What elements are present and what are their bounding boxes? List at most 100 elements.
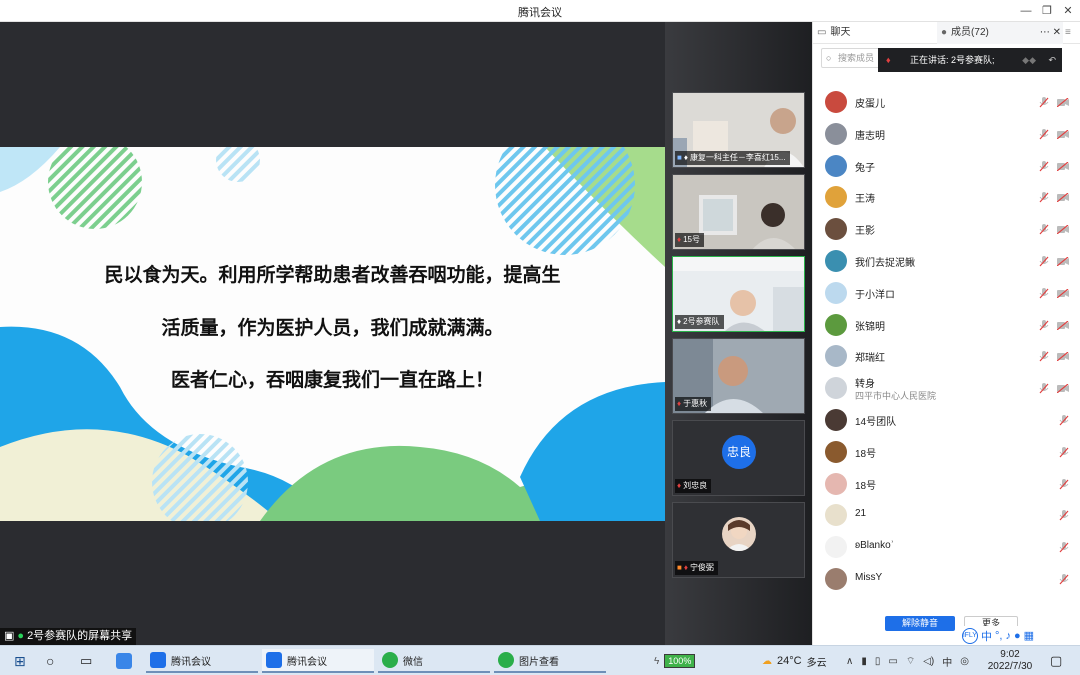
back-icon[interactable]: ↶ [1048,48,1056,72]
mic-muted-icon[interactable] [1059,574,1069,585]
mic-muted-icon[interactable] [1059,478,1069,490]
member-row[interactable]: 18号 [813,468,1080,500]
member-row[interactable]: 18号 [813,436,1080,468]
video-tile[interactable]: ■ ♦ 康复一科主任－李喜红15... [672,92,805,168]
mic-muted-icon[interactable] [1039,160,1049,172]
taskbar-app-tencent-meeting[interactable]: 腾讯会议 [146,649,258,673]
video-tile[interactable]: ■ ♦ 宁俊弼 [672,502,805,578]
taskbar-app-pinned[interactable] [112,649,132,673]
member-row[interactable]: 王影 [813,213,1080,245]
member-row[interactable]: 于小洋ロ [813,277,1080,309]
chevron-up-icon[interactable]: ∧ [846,656,853,667]
notification-icon[interactable]: ▢ [1046,649,1062,673]
mic-muted-icon[interactable] [1039,256,1049,267]
mic-muted-icon[interactable] [1039,128,1049,140]
member-avatar [825,218,847,241]
mic-muted-icon[interactable] [1059,510,1069,521]
windows-start-icon[interactable]: ⊞ [10,649,26,673]
taskbar-app-image-viewer[interactable]: 图片查看 [494,649,606,673]
camera-off-icon[interactable] [1057,98,1069,107]
camera-off-icon[interactable] [1057,352,1069,362]
volume-icon[interactable]: ◁) [923,656,934,667]
battery-indicator[interactable]: ϟ 100% [650,649,696,673]
video-tile[interactable]: ♦ 于惠秋 [672,338,805,414]
voice-input-icon[interactable]: ♪ [1005,630,1011,642]
close-button[interactable]: ✕ [1057,2,1079,20]
member-name: 18号 [855,448,877,460]
punctuation-icon[interactable]: °, [995,630,1002,642]
camera-off-icon[interactable] [1057,225,1069,235]
ime-tray-icon[interactable]: 中 [942,654,952,669]
mic-muted-icon[interactable] [1039,287,1049,299]
mic-muted-icon[interactable] [1039,192,1049,203]
camera-off-icon[interactable] [1057,384,1069,394]
ifly-tray-icon[interactable]: ◎ [960,656,969,667]
user-icon[interactable]: ● [1014,630,1021,642]
taskbar-app-tencent-meeting-active[interactable]: 腾讯会议 [262,649,374,673]
mic-muted-icon[interactable] [1059,415,1069,426]
apps-icon[interactable]: ▦ [1024,629,1034,642]
task-view-icon[interactable]: ▭ [76,649,92,673]
minimize-button[interactable]: — [1015,2,1037,20]
member-row[interactable]: ʚBlankoʾ [813,531,1080,563]
wifi-icon[interactable]: ⌔ [906,655,915,668]
mic-muted-icon[interactable] [1039,319,1049,331]
member-row[interactable]: 我们去捉泥鳅 [813,245,1080,277]
video-tile-speaking[interactable]: ♦ 2号参赛队 [672,256,805,332]
video-caption: ♦ 于惠秋 [675,397,712,411]
member-name: 21 [855,508,867,520]
tab-members[interactable]: ● 成员(72) ⋯ ✕ [937,22,1063,44]
ime-logo-icon[interactable]: iFLY [962,627,978,644]
shared-screen-area[interactable]: 民以食为天。利用所学帮助患者改善吞咽功能，提高生 活质量，作为医护人员，我们成就… [0,22,665,645]
pin-icon[interactable]: ◆◆ [1022,48,1036,72]
mic-muted-icon[interactable] [1039,97,1049,108]
member-avatar [825,281,847,304]
camera-off-icon[interactable] [1057,161,1069,171]
more-icon[interactable]: ⋯ ✕ [1040,22,1063,44]
member-avatar [825,91,847,113]
menu-icon[interactable]: ≡ [1065,22,1071,44]
video-tile[interactable]: ♦ 15号 [672,174,805,250]
clock[interactable]: 9:02 2022/7/30 [985,649,1035,673]
phone-icon[interactable]: ▯ [875,656,881,667]
video-tile[interactable]: 忠良 ♦ 刘忠良 [672,420,805,496]
member-row[interactable]: 郑瑞红 [813,340,1080,372]
member-row[interactable]: 14号团队 [813,404,1080,436]
member-row[interactable]: 王涛 [813,181,1080,213]
member-row[interactable]: 转身 四平市中心人民医院 [813,372,1080,404]
network-icon[interactable]: ▭ [888,656,897,667]
member-avatar [825,409,847,431]
member-row[interactable]: 兔子 [813,150,1080,182]
weather-temp: 24°C [777,655,802,667]
unmute-all-button[interactable]: 解除静音 [885,616,955,631]
member-row[interactable]: MissY [813,563,1080,595]
camera-off-icon[interactable] [1057,257,1069,266]
camera-off-icon[interactable] [1057,193,1069,203]
restore-button[interactable]: ❐ [1036,2,1058,20]
tencent-meeting-icon [266,652,282,668]
mic-muted-icon[interactable] [1059,542,1069,553]
taskbar-app-wechat[interactable]: 微信 [378,649,490,673]
speaking-toast: ♦ 正在讲话: 2号参赛队; ◆◆ ↶ [878,48,1062,72]
clock-date: 2022/7/30 [987,661,1033,672]
mic-muted-icon[interactable] [1039,383,1049,394]
microphone-icon[interactable]: ▮ [861,656,867,667]
weather-widget[interactable]: ☁ 24°C 多云 [758,649,827,673]
camera-off-icon[interactable] [1057,320,1069,330]
member-row[interactable]: 皮蛋儿 [813,86,1080,118]
tab-chat[interactable]: ▭ 聊天 [817,22,850,44]
speaking-text: 正在讲话: 2号参赛队; [910,55,995,65]
camera-off-icon[interactable] [1057,129,1069,139]
mic-muted-icon[interactable] [1039,351,1049,362]
member-avatar [825,472,847,495]
camera-off-icon[interactable] [1057,288,1069,298]
member-row[interactable]: 21 [813,499,1080,531]
member-row[interactable]: 张锦明 [813,309,1080,341]
mic-muted-icon[interactable] [1059,446,1069,458]
video-caption: ♦ 15号 [675,233,704,247]
mic-muted-icon[interactable] [1039,224,1049,235]
ime-mode[interactable]: 中 [981,628,992,644]
search-icon[interactable]: ○ [42,649,54,673]
member-row[interactable]: 唐志明 [813,118,1080,150]
screen-share-label: ▣ ● 2号参赛队的屏幕共享 [0,628,137,645]
